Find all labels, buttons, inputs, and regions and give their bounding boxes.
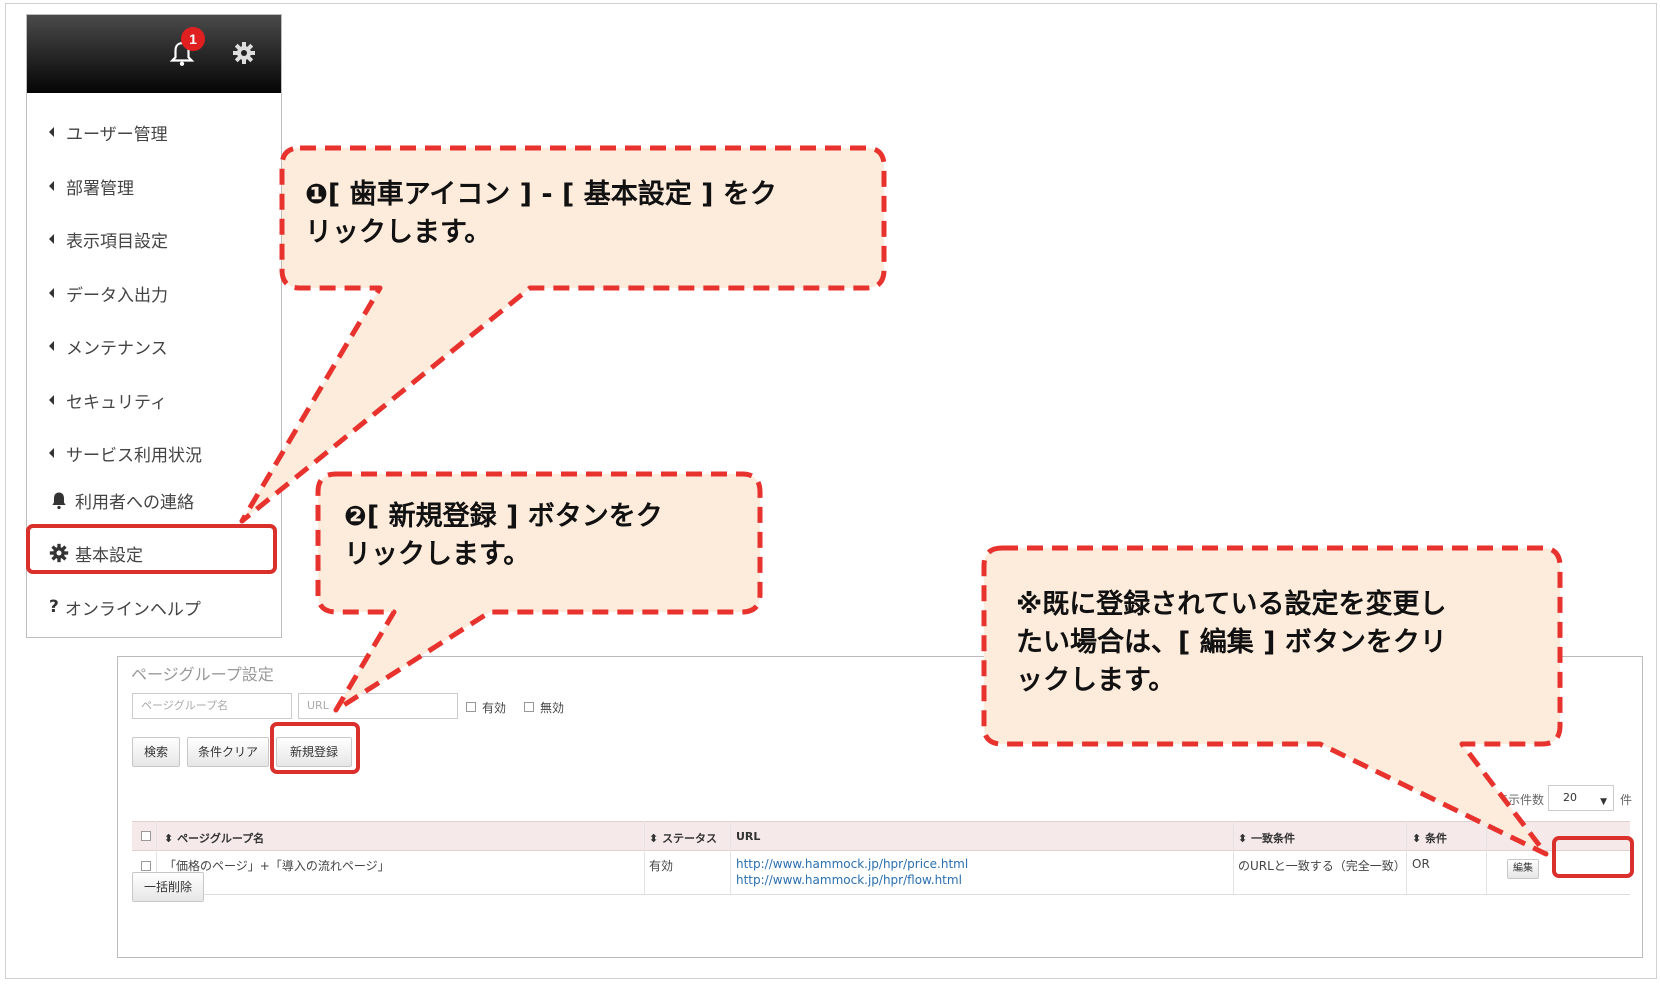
callout-1-text: ❶[ 歯車アイコン ] - [ 基本設定 ] をク リックします。 [305, 176, 777, 252]
callout-2-line: リックします。 [344, 539, 531, 570]
callout-3-text: ※既に登録されている設定を変更し たい場合は、[ 編集 ] ボタンをクリ ックし… [1016, 586, 1447, 700]
callout-1-line: ❶[ 歯車アイコン ] - [ 基本設定 ] をク [305, 179, 777, 210]
callout-1-line: リックします。 [305, 217, 492, 248]
highlight-edit-button [1552, 836, 1634, 878]
callout-3-line: たい場合は、[ 編集 ] ボタンをクリ [1016, 627, 1447, 658]
highlight-basic-settings [26, 524, 277, 574]
highlight-new-button [270, 722, 360, 774]
callout-2-line: ❷[ 新規登録 ] ボタンをク [344, 501, 663, 532]
callout-3-line: ックします。 [1016, 665, 1176, 696]
annotation-overlay [26, 145, 1634, 878]
callout-2-text: ❷[ 新規登録 ] ボタンをク リックします。 [344, 498, 663, 574]
callout-3-line: ※既に登録されている設定を変更し [1016, 589, 1447, 620]
